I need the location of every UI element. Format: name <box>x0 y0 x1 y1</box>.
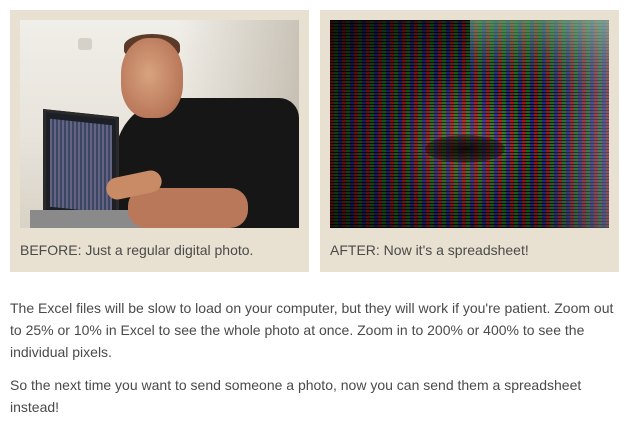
person-head <box>121 38 183 118</box>
before-panel: BEFORE: Just a regular digital photo. <box>10 10 309 272</box>
laptop-screen <box>43 109 119 225</box>
body-paragraph-1: The Excel files will be slow to load on … <box>10 300 614 360</box>
spreadsheet-on-screen <box>50 118 112 214</box>
body-paragraph-2: So the next time you want to send someon… <box>10 377 582 415</box>
comparison-panels: BEFORE: Just a regular digital photo. AF… <box>10 10 621 272</box>
after-spreadsheet-image <box>330 20 609 228</box>
before-photo <box>20 20 299 228</box>
after-panel: AFTER: Now it's a spreadsheet! <box>320 10 619 272</box>
after-caption: AFTER: Now it's a spreadsheet! <box>330 242 529 258</box>
before-caption: BEFORE: Just a regular digital photo. <box>20 242 254 258</box>
highlight-right <box>539 20 609 228</box>
smoke-detector <box>78 38 92 50</box>
eye-shadow <box>425 135 505 163</box>
person-arm <box>128 188 248 228</box>
